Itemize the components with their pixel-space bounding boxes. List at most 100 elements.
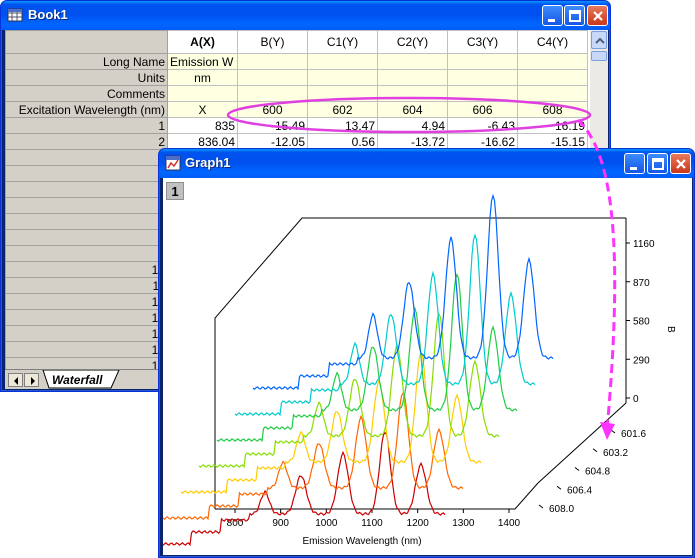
chevron-right-icon: [31, 377, 35, 385]
meta-cell[interactable]: [307, 69, 378, 86]
row-number[interactable]: 8: [5, 229, 168, 246]
meta-cell[interactable]: [447, 69, 518, 86]
scroll-thumb[interactable]: [591, 51, 607, 61]
column-header-c2[interactable]: C2(Y): [377, 30, 448, 54]
row-label-units[interactable]: Units: [5, 69, 168, 86]
x-tick-label: 800: [227, 518, 244, 529]
z-tick: [556, 485, 562, 490]
book1-title: Book1: [28, 7, 68, 22]
tab-scroll-right-button[interactable]: [24, 373, 39, 387]
z-axis-label: B: [665, 326, 676, 333]
y-tick-label: 580: [633, 317, 650, 328]
row-number[interactable]: 1: [5, 117, 168, 134]
meta-cell[interactable]: [237, 69, 308, 86]
y-tick-label: 0: [633, 394, 639, 405]
spectrum-line: [180, 352, 482, 495]
x-tick-label: 1400: [498, 518, 521, 529]
x-tick-label: 1100: [361, 518, 383, 529]
column-header-c4[interactable]: C4(Y): [517, 30, 588, 54]
spectrum-line: [163, 431, 446, 547]
corner-cell[interactable]: [5, 30, 168, 54]
row-number[interactable]: 3: [5, 149, 168, 166]
column-header-label: C1(Y): [326, 35, 359, 49]
row-number[interactable]: 7: [5, 213, 168, 230]
spectrum-line: [252, 193, 554, 391]
z-tick-label: 608.0: [549, 504, 574, 515]
row-number[interactable]: 2: [5, 133, 168, 150]
row-number[interactable]: 6: [5, 197, 168, 214]
row-number[interactable]: 15: [5, 341, 168, 358]
z-tick-label: 606.4: [567, 485, 592, 496]
row-number[interactable]: 12: [5, 293, 168, 310]
meta-cell[interactable]: [447, 53, 518, 70]
meta-cell[interactable]: [377, 53, 448, 70]
z-tick-label: 601.6: [621, 429, 646, 440]
column-header-c1[interactable]: C1(Y): [307, 30, 378, 54]
z-tick: [592, 448, 598, 453]
z-tick: [610, 429, 616, 434]
close-icon: [593, 11, 603, 21]
scroll-up-button[interactable]: [591, 31, 607, 49]
minimize-button[interactable]: [542, 5, 563, 26]
column-header-label: C3(Y): [466, 35, 499, 49]
column-header-a[interactable]: A(X): [167, 30, 238, 54]
graph1-client: 1 800 900 1000 1100 1200 1300 1400 Emission Wav…: [163, 178, 692, 555]
z-tick: [574, 467, 580, 471]
column-header-label: B(Y): [260, 35, 285, 49]
x-tick-label: 1000: [315, 518, 338, 529]
row-number[interactable]: 13: [5, 309, 168, 326]
meta-cell[interactable]: [307, 53, 378, 70]
spectrum-line: [198, 312, 500, 469]
meta-cell[interactable]: [517, 69, 588, 86]
row-number[interactable]: 5: [5, 181, 168, 198]
maximize-icon: [652, 158, 664, 170]
column-header-label: C4(Y): [536, 35, 569, 49]
tab-scroll-left-button[interactable]: [8, 373, 23, 387]
row-label-long-name[interactable]: Long Name: [5, 53, 168, 70]
minimize-icon: [630, 167, 637, 170]
maximize-icon: [569, 10, 581, 22]
long-name-cell[interactable]: Emission W: [167, 53, 238, 70]
graph-close-button[interactable]: [670, 153, 691, 174]
row-number[interactable]: 14: [5, 325, 168, 342]
close-button[interactable]: [587, 5, 608, 26]
x-tick-label: 1200: [407, 518, 430, 529]
y-tick-label: 290: [633, 355, 650, 366]
book1-titlebar[interactable]: Book1: [1, 1, 610, 30]
waterfall-plot: 800 900 1000 1100 1200 1300 1400 Emission Wavel…: [163, 193, 676, 547]
close-icon: [676, 159, 686, 169]
spectrum-line: [163, 392, 464, 521]
y-tick-label: 1160: [633, 239, 655, 250]
minimize-icon: [548, 19, 555, 22]
row-number[interactable]: 9: [5, 245, 168, 262]
meta-cell[interactable]: [237, 53, 308, 70]
graph1-titlebar[interactable]: Graph1: [159, 149, 694, 178]
z-tick-label: 604.8: [585, 467, 610, 478]
meta-cell[interactable]: [517, 53, 588, 70]
graph1-window: Graph1 1 800 900 1000 1100 1200 1300 1400 Emiss…: [158, 148, 695, 558]
graph1-title: Graph1: [185, 155, 231, 170]
z-axis: [537, 402, 627, 484]
chevron-up-icon: [595, 37, 605, 44]
spectrum-line: [234, 233, 536, 417]
meta-cell[interactable]: [377, 69, 448, 86]
x-axis-label: Emission Wavelength (nm): [302, 536, 421, 547]
x-tick-label: 900: [272, 518, 289, 529]
column-header-c3[interactable]: C3(Y): [447, 30, 518, 54]
row-number[interactable]: 4: [5, 165, 168, 182]
chevron-left-icon: [14, 377, 18, 385]
highlight-ellipse: [226, 96, 592, 134]
z-tick-label: 603.2: [603, 448, 628, 459]
graph-maximize-button[interactable]: [647, 153, 668, 174]
z-tick: [538, 504, 544, 509]
row-number[interactable]: 11: [5, 277, 168, 294]
row-number[interactable]: 10: [5, 261, 168, 278]
maximize-button[interactable]: [564, 5, 585, 26]
sheet-tab-waterfall[interactable]: Waterfall: [52, 373, 102, 387]
graph-minimize-button[interactable]: [624, 153, 645, 174]
column-header-b[interactable]: B(Y): [237, 30, 308, 54]
units-cell[interactable]: nm: [167, 69, 238, 86]
row-label-comments[interactable]: Comments: [5, 85, 168, 102]
row-label-excitation[interactable]: Excitation Wavelength (nm): [5, 101, 168, 118]
y-tick-label: 870: [633, 278, 650, 289]
